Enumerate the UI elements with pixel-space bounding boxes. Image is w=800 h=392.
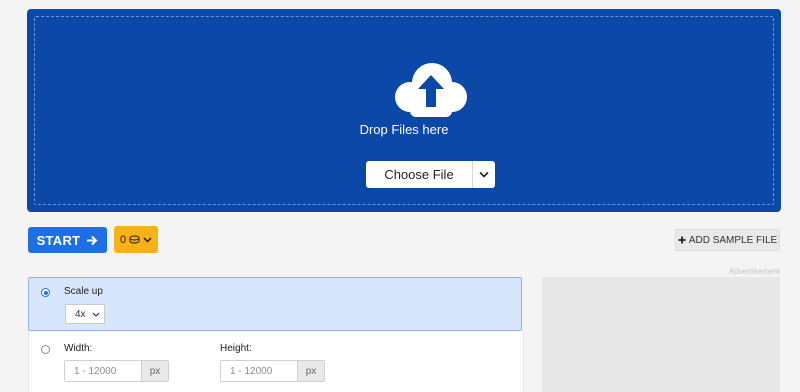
scale-up-label: Scale up: [64, 286, 103, 297]
source-dropdown-toggle[interactable]: [472, 161, 495, 188]
scale-factor-select[interactable]: 4x: [65, 304, 105, 324]
chevron-down-icon: [479, 171, 489, 178]
width-label: Width:: [64, 343, 93, 354]
width-unit: px: [141, 361, 168, 381]
arrow-right-icon: [87, 235, 98, 245]
chevron-down-icon: [143, 236, 152, 243]
coins-icon: [129, 235, 140, 244]
credits-count: 0: [119, 233, 127, 246]
chevron-down-icon: [92, 312, 99, 317]
height-unit: px: [297, 361, 324, 381]
credits-button[interactable]: 0: [114, 226, 158, 253]
choose-file-label[interactable]: Choose File: [366, 161, 472, 188]
scale-up-option[interactable]: Scale up 4x: [28, 277, 522, 331]
drop-files-text: Drop Files here: [359, 122, 449, 137]
add-sample-file-label: ADD SAMPLE FILE: [688, 234, 778, 246]
height-field: px: [220, 360, 325, 382]
scale-up-radio[interactable]: [41, 288, 50, 297]
advertisement-slot: [542, 277, 780, 392]
plus-icon: [678, 236, 686, 244]
start-button[interactable]: START: [28, 227, 107, 253]
height-input[interactable]: [221, 361, 297, 381]
advertisement-label: Advertisement: [728, 267, 780, 276]
cloud-upload-icon: [395, 63, 467, 117]
custom-size-radio[interactable]: [41, 345, 50, 354]
custom-size-option[interactable]: Width: Height: px px: [28, 331, 524, 392]
file-drop-zone[interactable]: Drop Files here Choose File: [27, 9, 781, 212]
scale-factor-value: 4x: [75, 308, 86, 320]
add-sample-file-button[interactable]: ADD SAMPLE FILE: [675, 229, 780, 251]
height-label: Height:: [220, 343, 252, 354]
width-field: px: [64, 360, 169, 382]
start-button-label: START: [36, 232, 81, 248]
choose-file-button[interactable]: Choose File: [366, 161, 495, 188]
width-input[interactable]: [65, 361, 141, 381]
